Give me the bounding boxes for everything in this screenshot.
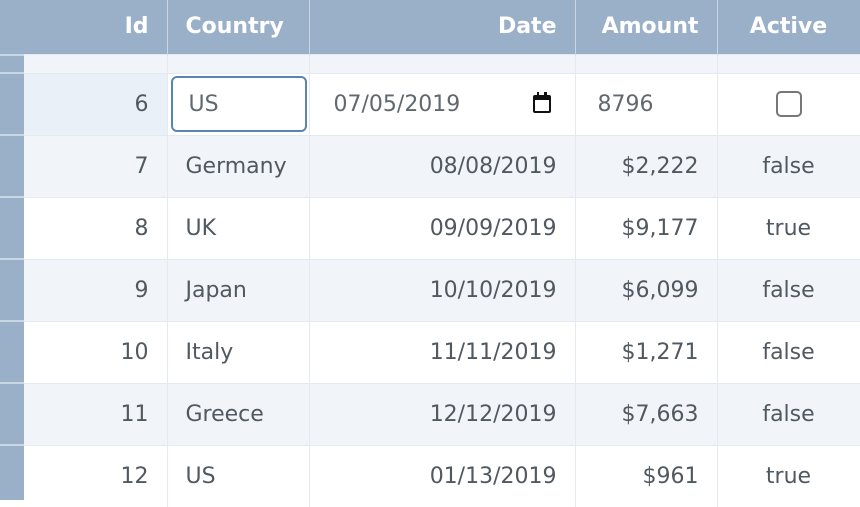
table-row[interactable]: 10 Italy 11/11/2019 $1,271 false [24, 320, 860, 383]
date-cell[interactable]: 12/12/2019 [309, 382, 576, 445]
country-cell[interactable]: US [167, 444, 310, 507]
amount-cell[interactable]: $1,271 [575, 320, 718, 383]
active-cell[interactable]: true [717, 444, 860, 507]
new-row-placeholder[interactable] [24, 53, 860, 73]
date-input[interactable]: 07/05/2019 [328, 92, 557, 117]
date-cell[interactable]: 01/13/2019 [309, 444, 576, 507]
id-cell: 8 [24, 196, 168, 259]
id-cell: 10 [24, 320, 168, 383]
id-cell: 7 [24, 134, 168, 197]
active-cell[interactable] [717, 72, 860, 135]
row-header-divider [0, 72, 24, 74]
date-cell[interactable]: 10/10/2019 [309, 258, 576, 321]
column-header-amount[interactable]: Amount [575, 0, 718, 54]
data-grid: Id Country Date Amount Active 6 US 07/05… [0, 0, 860, 507]
active-cell[interactable]: false [717, 134, 860, 197]
row-header-divider [0, 134, 24, 136]
row-header-divider [0, 382, 24, 384]
active-cell[interactable]: false [717, 258, 860, 321]
new-row-cell[interactable] [167, 53, 310, 73]
date-cell[interactable]: 08/08/2019 [309, 134, 576, 197]
new-row-cell[interactable] [717, 53, 860, 73]
date-cell[interactable]: 09/09/2019 [309, 196, 576, 259]
table-row[interactable]: 12 US 01/13/2019 $961 true [24, 444, 860, 507]
country-input[interactable] [170, 76, 307, 132]
amount-cell[interactable]: $7,663 [575, 382, 718, 445]
table-row[interactable]: 11 Greece 12/12/2019 $7,663 false [24, 382, 860, 445]
editing-row[interactable]: 6 07/05/2019 8796 [24, 72, 860, 135]
active-cell[interactable]: true [717, 196, 860, 259]
table-row[interactable]: 9 Japan 10/10/2019 $6,099 false [24, 258, 860, 321]
row-header-column [0, 0, 24, 500]
row-header-divider [0, 444, 24, 446]
amount-cell[interactable]: $961 [575, 444, 718, 507]
country-cell[interactable]: Greece [167, 382, 310, 445]
active-checkbox[interactable] [775, 91, 802, 117]
column-header-country[interactable]: Country [167, 0, 310, 54]
active-cell[interactable]: false [717, 320, 860, 383]
date-cell[interactable]: 07/05/2019 [309, 72, 576, 135]
id-cell: 12 [24, 444, 168, 507]
country-cell[interactable]: Germany [167, 134, 310, 197]
id-cell: 11 [24, 382, 168, 445]
amount-cell[interactable]: 8796 [575, 72, 718, 135]
new-row-cell[interactable] [24, 53, 168, 73]
row-header-divider [0, 196, 24, 198]
amount-cell[interactable]: $2,222 [575, 134, 718, 197]
country-cell[interactable]: UK [167, 196, 310, 259]
column-header-date[interactable]: Date [309, 0, 576, 54]
amount-input[interactable]: 8796 [594, 92, 654, 117]
country-cell[interactable]: Japan [167, 258, 310, 321]
calendar-icon[interactable] [532, 92, 551, 113]
date-input-value: 07/05/2019 [333, 91, 461, 117]
country-cell[interactable]: Italy [167, 320, 310, 383]
amount-cell[interactable]: $6,099 [575, 258, 718, 321]
row-header-divider [0, 54, 24, 56]
column-header-active[interactable]: Active [717, 0, 860, 54]
new-row-cell[interactable] [309, 53, 576, 73]
column-header-id[interactable]: Id [24, 0, 168, 54]
grid-table: Id Country Date Amount Active 6 US 07/05… [24, 0, 860, 507]
id-cell: 6 [24, 72, 168, 135]
active-cell[interactable]: false [717, 382, 860, 445]
amount-cell[interactable]: $9,177 [575, 196, 718, 259]
table-row[interactable]: 7 Germany 08/08/2019 $2,222 false [24, 134, 860, 197]
new-row-cell[interactable] [575, 53, 718, 73]
country-cell[interactable] [167, 72, 310, 135]
row-header-divider [0, 258, 24, 260]
header-row: Id Country Date Amount Active [24, 0, 860, 54]
table-row[interactable]: 8 UK 09/09/2019 $9,177 true [24, 196, 860, 259]
row-header-divider [0, 320, 24, 322]
id-cell: 9 [24, 258, 168, 321]
date-cell[interactable]: 11/11/2019 [309, 320, 576, 383]
